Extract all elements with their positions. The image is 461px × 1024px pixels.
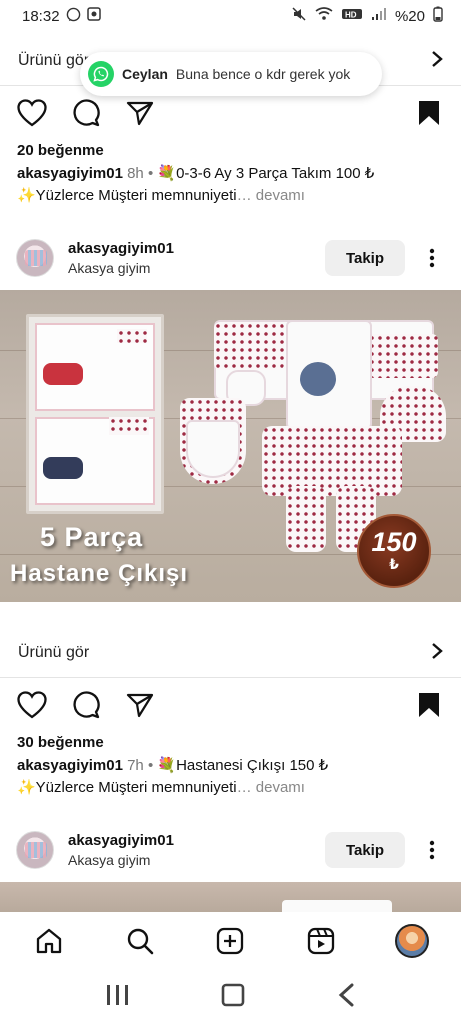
notification-message: Buna bence o kdr gerek yok	[175, 66, 351, 82]
reels-icon[interactable]	[299, 919, 343, 963]
save-bookmark-icon[interactable]	[413, 97, 445, 129]
price-badge: 150 ₺	[357, 514, 431, 588]
whatsapp-icon	[88, 61, 114, 87]
home-button-icon[interactable]	[221, 983, 245, 1012]
like-heart-icon[interactable]	[16, 689, 48, 721]
caption-text-line2: ✨Yüzlerce Müşteri memnuniyeti	[17, 187, 237, 204]
post-subtitle[interactable]: Akasya giyim	[68, 852, 174, 868]
caption-username[interactable]: akasyagiyim01	[17, 165, 123, 182]
comment-icon[interactable]	[70, 97, 102, 129]
image-overlay-title: 5 Parça	[40, 522, 144, 552]
comment-icon[interactable]	[70, 689, 102, 721]
post2-header: akasyagiyim01 Akasya giyim Takip	[0, 228, 461, 288]
media-status-icon	[86, 7, 101, 25]
bottom-navigation	[0, 912, 461, 970]
post1-caption[interactable]: akasyagiyim01 8h • 💐0-3-6 Ay 3 Parça Tak…	[17, 163, 447, 207]
chevron-right-icon	[431, 48, 443, 74]
svg-text:HD: HD	[345, 11, 357, 20]
caption-more-link[interactable]: … devamı	[237, 187, 305, 204]
whatsapp-status-icon	[66, 7, 81, 26]
separator-dot: •	[147, 757, 154, 774]
post-subtitle[interactable]: Akasya giyim	[68, 260, 174, 276]
battery-icon	[433, 6, 443, 26]
more-options-icon[interactable]	[417, 835, 447, 865]
caption-username[interactable]: akasyagiyim01	[17, 757, 123, 774]
chevron-right-icon	[431, 640, 443, 666]
post2-likes-count[interactable]: 30 beğenme	[17, 734, 104, 751]
caption-text-line1: 💐0-3-6 Ay 3 Parça Takım 100 ₺	[157, 165, 375, 182]
wifi-icon	[315, 7, 333, 25]
price-currency: ₺	[389, 556, 399, 572]
create-icon[interactable]	[208, 919, 252, 963]
image-overlay-subtitle: Hastane Çıkışı	[10, 560, 189, 587]
home-icon[interactable]	[27, 919, 71, 963]
signal-icon	[371, 7, 387, 25]
price-value: 150	[371, 527, 417, 557]
gift-box-image	[26, 314, 164, 514]
product-link-label: Ürünü gör	[18, 643, 90, 661]
recent-apps-icon[interactable]	[105, 984, 131, 1011]
system-navigation	[0, 970, 461, 1024]
caption-text-line2: ✨Yüzlerce Müşteri memnuniyeti	[17, 779, 237, 796]
profile-avatar[interactable]	[390, 919, 434, 963]
search-icon[interactable]	[118, 919, 162, 963]
post2-action-bar	[0, 680, 461, 730]
follow-button[interactable]: Takip	[325, 240, 405, 276]
share-send-icon[interactable]	[124, 689, 156, 721]
post1-likes-count[interactable]: 20 beğenme	[17, 142, 104, 159]
post2-caption[interactable]: akasyagiyim01 7h • 💐Hastanesi Çıkışı 150…	[17, 755, 447, 799]
back-icon[interactable]	[336, 983, 356, 1012]
product-link-label: Ürünü gör	[18, 51, 90, 69]
post1-action-bar	[0, 88, 461, 138]
caption-more-link[interactable]: … devamı	[237, 779, 305, 796]
share-send-icon[interactable]	[124, 97, 156, 129]
account-avatar[interactable]	[16, 239, 54, 277]
battery-percent: %20	[394, 7, 425, 25]
post-time: 7h	[127, 757, 144, 774]
follow-button[interactable]: Takip	[325, 832, 405, 868]
product-link-row[interactable]: Ürünü gör	[0, 628, 461, 678]
account-avatar[interactable]	[16, 831, 54, 869]
post-time: 8h	[127, 165, 144, 182]
status-time: 18:32	[22, 7, 60, 25]
volte-icon: HD	[341, 7, 363, 25]
post-username[interactable]: akasyagiyim01	[68, 832, 174, 849]
caption-text-line1: 💐Hastanesi Çıkışı 150 ₺	[157, 757, 329, 774]
status-bar: 18:32 HD %20	[0, 0, 461, 32]
separator-dot: •	[147, 165, 154, 182]
post2-image[interactable]: 5 Parça Hastane Çıkışı 150 ₺	[0, 290, 461, 602]
post-username[interactable]: akasyagiyim01	[68, 240, 174, 257]
notification-sender: Ceylan	[122, 66, 168, 82]
like-heart-icon[interactable]	[16, 97, 48, 129]
more-options-icon[interactable]	[417, 243, 447, 273]
post3-header: akasyagiyim01 Akasya giyim Takip	[0, 820, 461, 880]
mute-icon	[291, 6, 307, 26]
save-bookmark-icon[interactable]	[413, 689, 445, 721]
